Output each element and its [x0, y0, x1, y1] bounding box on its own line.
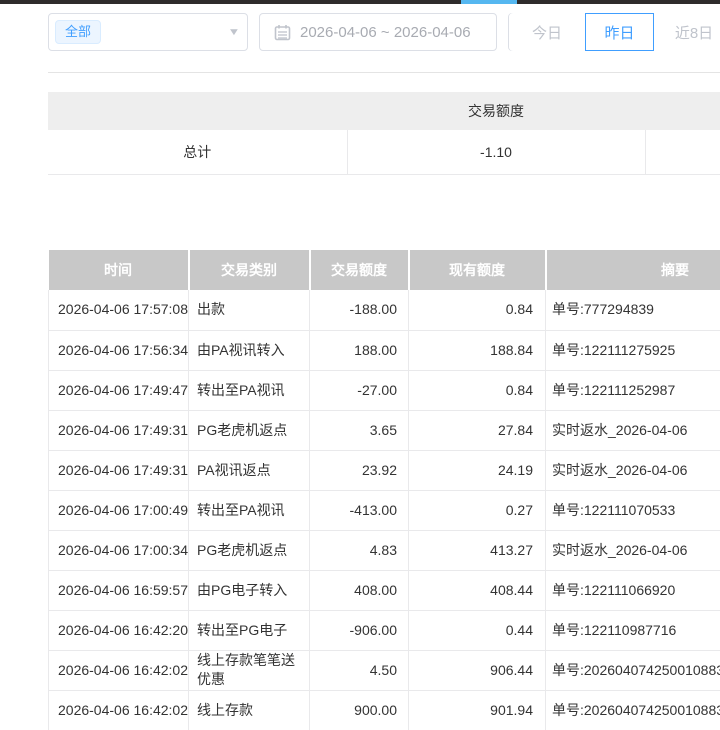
- table-cell: 单号:122111275925: [546, 330, 720, 370]
- table-cell: 出款: [189, 290, 310, 330]
- table-cell: 0.84: [409, 370, 546, 410]
- table-cell: 2026-04-06 16:42:02: [49, 690, 189, 730]
- table-row: 2026-04-06 17:49:31PA视讯返点23.9224.19实时返水_…: [49, 450, 720, 490]
- table-cell: 27.84: [409, 410, 546, 450]
- table-cell: 23.92: [310, 450, 409, 490]
- table-cell: 转出至PA视讯: [189, 490, 310, 530]
- filter-bar: 全部 ▼ 2026-04-06 ~ 2026-04-06 今日 昨日 近8日: [48, 13, 720, 51]
- table-cell: -906.00: [310, 610, 409, 650]
- date-range-value: 2026-04-06 ~ 2026-04-06: [300, 24, 471, 41]
- table-cell: 2026-04-06 17:49:31: [49, 450, 189, 490]
- chevron-down-icon: ▼: [228, 27, 241, 38]
- table-cell: 线上存款笔笔送优惠: [189, 650, 310, 690]
- table-cell: 实时返水_2026-04-06: [546, 410, 720, 450]
- divider: [48, 72, 720, 73]
- table-row: 2026-04-06 16:42:20转出至PG电子-906.000.44单号:…: [49, 610, 720, 650]
- table-cell: 单号:202604074250010883: [546, 650, 720, 690]
- table-cell: 单号:777294839: [546, 290, 720, 330]
- table-row: 2026-04-06 17:00:49转出至PA视讯-413.000.27单号:…: [49, 490, 720, 530]
- table-cell: 单号:202604074250010883: [546, 690, 720, 730]
- table-row: 2026-04-06 17:49:31PG老虎机返点3.6527.84实时返水_…: [49, 410, 720, 450]
- category-select[interactable]: 全部 ▼: [48, 13, 248, 51]
- table-cell: 2026-04-06 17:49:31: [49, 410, 189, 450]
- table-cell: 4.50: [310, 650, 409, 690]
- table-cell: 由PG电子转入: [189, 570, 310, 610]
- summary-total-empty: [645, 130, 720, 174]
- table-cell: 2026-04-06 16:42:02: [49, 650, 189, 690]
- summary-header-empty: [48, 92, 347, 130]
- table-row: 2026-04-06 17:00:34PG老虎机返点4.83413.27实时返水…: [49, 530, 720, 570]
- summary-total-value: -1.10: [347, 130, 645, 174]
- table-cell: 901.94: [409, 690, 546, 730]
- date-range-input[interactable]: 2026-04-06 ~ 2026-04-06: [259, 13, 497, 51]
- quick-filter-yesterday[interactable]: 昨日: [585, 13, 654, 51]
- table-cell: 188.00: [310, 330, 409, 370]
- table-cell: -27.00: [310, 370, 409, 410]
- progress-indicator: [461, 0, 517, 4]
- transactions-table: 时间 交易类别 交易额度 现有额度 摘要 2026-04-06 17:57:08…: [48, 250, 720, 730]
- column-header-balance: 现有额度: [409, 250, 546, 290]
- table-cell: 0.84: [409, 290, 546, 330]
- table-cell: 413.27: [409, 530, 546, 570]
- summary-header-amount: 交易额度: [347, 92, 645, 130]
- transactions-header-row: 时间 交易类别 交易额度 现有额度 摘要: [49, 250, 720, 290]
- quick-filter-today[interactable]: 今日: [509, 13, 585, 51]
- table-cell: 实时返水_2026-04-06: [546, 530, 720, 570]
- table-cell: PA视讯返点: [189, 450, 310, 490]
- table-cell: -413.00: [310, 490, 409, 530]
- table-row: 2026-04-06 17:57:08出款-188.000.84单号:77729…: [49, 290, 720, 330]
- summary-table: 交易额度 总计 -1.10: [48, 92, 720, 175]
- calendar-icon: [274, 24, 291, 41]
- table-row: 2026-04-06 16:42:02线上存款笔笔送优惠4.50906.44单号…: [49, 650, 720, 690]
- table-cell: 408.00: [310, 570, 409, 610]
- table-cell: 由PA视讯转入: [189, 330, 310, 370]
- table-cell: 4.83: [310, 530, 409, 570]
- table-row: 2026-04-06 17:56:34由PA视讯转入188.00188.84单号…: [49, 330, 720, 370]
- summary-header-empty2: [645, 92, 720, 130]
- table-cell: 2026-04-06 17:00:49: [49, 490, 189, 530]
- table-cell: PG老虎机返点: [189, 530, 310, 570]
- table-row: 2026-04-06 17:49:47转出至PA视讯-27.000.84单号:1…: [49, 370, 720, 410]
- table-cell: 2026-04-06 16:59:57: [49, 570, 189, 610]
- table-cell: 单号:122110987716: [546, 610, 720, 650]
- quick-filter-group: 今日 昨日 近8日: [508, 13, 720, 51]
- table-cell: -188.00: [310, 290, 409, 330]
- top-progress-bar: [0, 0, 720, 4]
- table-cell: 0.27: [409, 490, 546, 530]
- table-cell: 单号:122111066920: [546, 570, 720, 610]
- table-cell: 2026-04-06 16:42:20: [49, 610, 189, 650]
- table-cell: 2026-04-06 17:57:08: [49, 290, 189, 330]
- table-cell: PG老虎机返点: [189, 410, 310, 450]
- table-cell: 实时返水_2026-04-06: [546, 450, 720, 490]
- summary-header-row: 交易额度: [48, 92, 720, 130]
- table-row: 2026-04-06 16:42:02线上存款900.00901.94单号:20…: [49, 690, 720, 730]
- column-header-amount: 交易额度: [310, 250, 409, 290]
- table-row: 2026-04-06 16:59:57由PG电子转入408.00408.44单号…: [49, 570, 720, 610]
- summary-total-row: 总计 -1.10: [48, 130, 720, 174]
- table-cell: 2026-04-06 17:56:34: [49, 330, 189, 370]
- column-header-summary: 摘要: [546, 250, 720, 290]
- column-header-time: 时间: [49, 250, 189, 290]
- column-header-type: 交易类别: [189, 250, 310, 290]
- table-cell: 408.44: [409, 570, 546, 610]
- table-cell: 3.65: [310, 410, 409, 450]
- table-cell: 24.19: [409, 450, 546, 490]
- selected-category-tag[interactable]: 全部: [55, 20, 101, 44]
- quick-filter-last8days[interactable]: 近8日: [654, 13, 720, 51]
- table-cell: 900.00: [310, 690, 409, 730]
- table-cell: 单号:122111070533: [546, 490, 720, 530]
- table-cell: 转出至PG电子: [189, 610, 310, 650]
- table-cell: 2026-04-06 17:49:47: [49, 370, 189, 410]
- table-cell: 188.84: [409, 330, 546, 370]
- page: 全部 ▼ 2026-04-06 ~ 2026-04-06 今日 昨日 近8日: [0, 0, 720, 730]
- table-cell: 2026-04-06 17:00:34: [49, 530, 189, 570]
- table-cell: 线上存款: [189, 690, 310, 730]
- table-cell: 0.44: [409, 610, 546, 650]
- table-cell: 转出至PA视讯: [189, 370, 310, 410]
- table-cell: 906.44: [409, 650, 546, 690]
- table-cell: 单号:122111252987: [546, 370, 720, 410]
- summary-total-label: 总计: [48, 130, 347, 174]
- transactions-body: 2026-04-06 17:57:08出款-188.000.84单号:77729…: [49, 290, 720, 730]
